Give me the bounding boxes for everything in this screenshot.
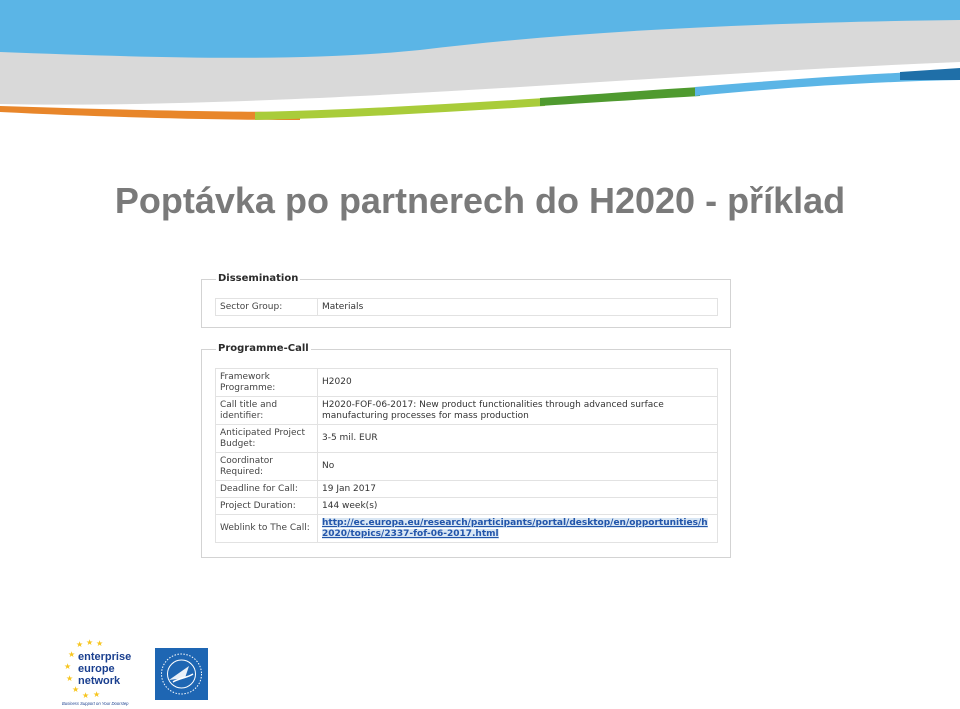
svg-text:★: ★ — [68, 650, 75, 659]
table-row: Deadline for Call: 19 Jan 2017 — [215, 480, 718, 498]
table-row: Anticipated Project Budget: 3-5 mil. EUR — [215, 424, 718, 453]
field-label: Anticipated Project Budget: — [215, 424, 318, 453]
field-value: H2020-FOF-06-2017: New product functiona… — [317, 396, 718, 425]
dissemination-table: Sector Group: Materials — [215, 298, 718, 316]
field-label: Framework Programme: — [215, 368, 318, 397]
table-row: Weblink to The Call: http://ec.europa.eu… — [215, 514, 718, 543]
field-value: 3-5 mil. EUR — [317, 424, 718, 453]
field-value: http://ec.europa.eu/research/participant… — [317, 514, 718, 543]
svg-text:★: ★ — [64, 662, 71, 671]
field-label: Call title and identifier: — [215, 396, 318, 425]
een-line1: enterprise — [78, 651, 131, 663]
field-value: 144 week(s) — [317, 497, 718, 515]
enterprise-europe-network-logo: ★ ★ ★ ★ ★ ★ ★ ★ ★ enterprise europe netw… — [62, 638, 131, 706]
dissemination-fieldset: Dissemination Sector Group: Materials — [201, 273, 731, 328]
programme-call-fieldset: Programme-Call Framework Programme: H202… — [201, 343, 731, 558]
een-line3: network — [78, 675, 121, 687]
table-row: Coordinator Required: No — [215, 452, 718, 481]
svg-text:★: ★ — [93, 690, 100, 699]
programme-call-table: Framework Programme: H2020 Call title an… — [215, 368, 718, 543]
table-row: Project Duration: 144 week(s) — [215, 497, 718, 515]
field-value: No — [317, 452, 718, 481]
svg-text:★: ★ — [86, 638, 93, 647]
table-row: Sector Group: Materials — [215, 298, 718, 316]
een-line2: europe — [78, 663, 115, 675]
field-label: Deadline for Call: — [215, 480, 318, 498]
programme-call-legend: Programme-Call — [216, 343, 311, 354]
een-tagline: Business Support on Your Doorstep — [62, 701, 129, 706]
svg-text:★: ★ — [66, 674, 73, 683]
field-label: Sector Group: — [215, 298, 318, 316]
field-label: Weblink to The Call: — [215, 514, 318, 543]
field-value: Materials — [317, 298, 718, 316]
svg-text:★: ★ — [76, 640, 83, 649]
svg-text:★: ★ — [82, 691, 89, 700]
table-row: Call title and identifier: H2020-FOF-06-… — [215, 396, 718, 425]
field-value: 19 Jan 2017 — [317, 480, 718, 498]
field-label: Coordinator Required: — [215, 452, 318, 481]
field-label: Project Duration: — [215, 497, 318, 515]
slide-title: Poptávka po partnerech do H2020 - příkla… — [114, 180, 846, 221]
dissemination-legend: Dissemination — [216, 273, 301, 284]
btc-logo — [155, 648, 208, 700]
header-decoration — [0, 0, 960, 130]
table-row: Framework Programme: H2020 — [215, 368, 718, 397]
svg-text:★: ★ — [96, 639, 103, 648]
field-value: H2020 — [317, 368, 718, 397]
call-weblink[interactable]: http://ec.europa.eu/research/participant… — [322, 517, 708, 539]
